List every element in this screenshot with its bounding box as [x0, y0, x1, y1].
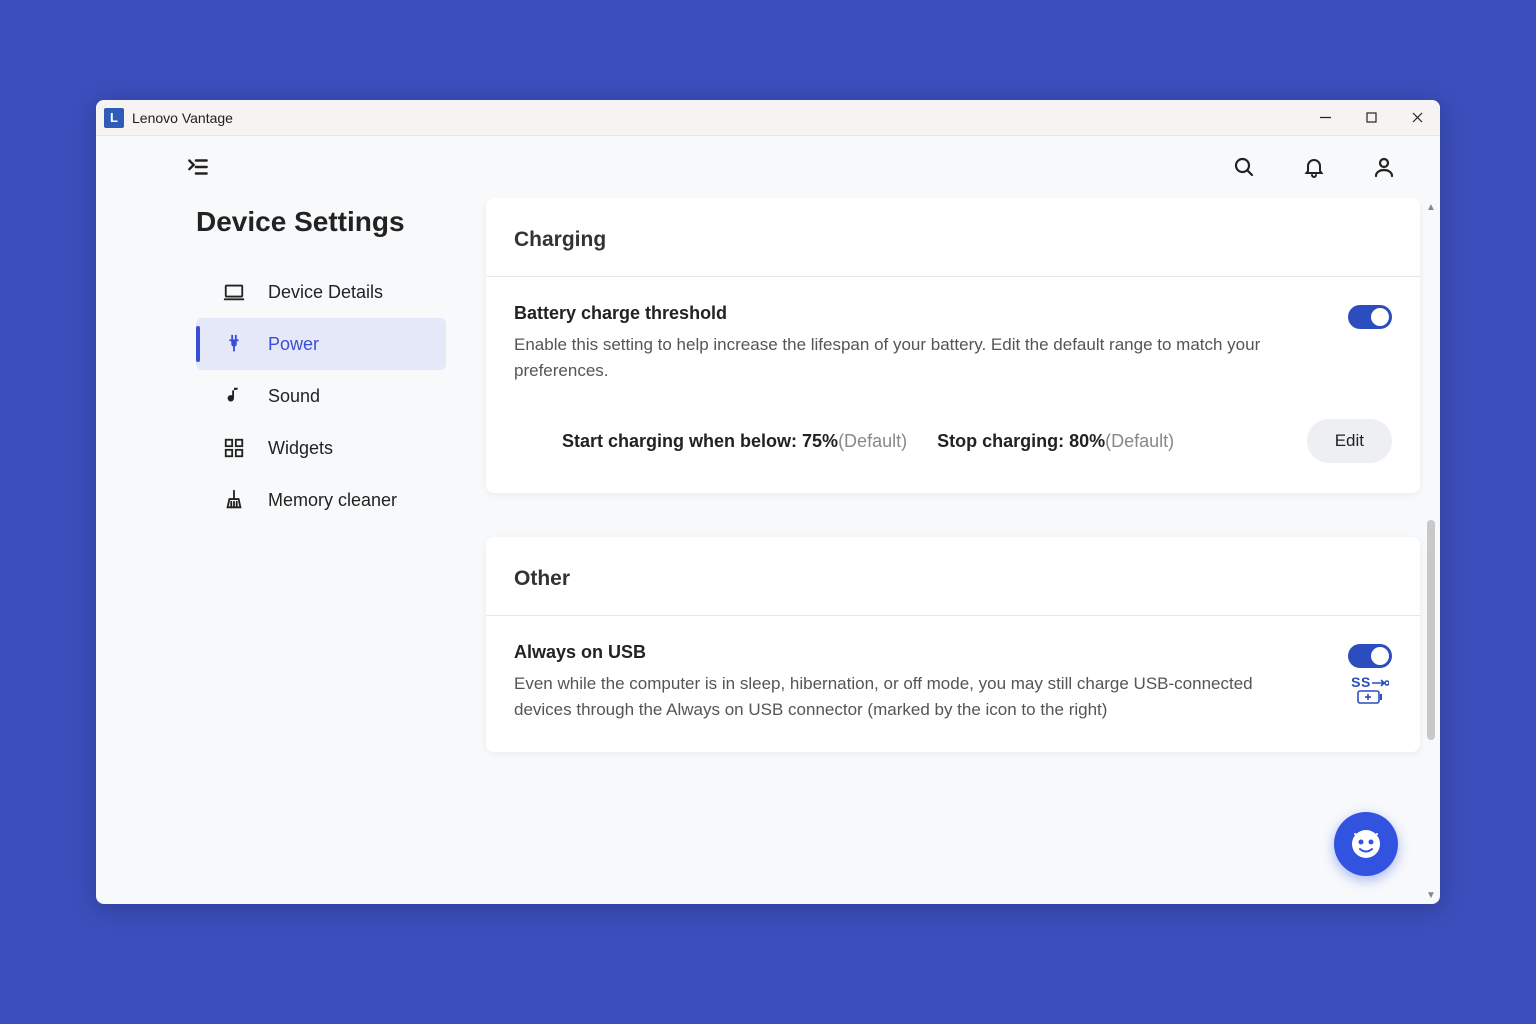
battery-threshold-toggle[interactable]: [1348, 305, 1392, 329]
page-title: Device Settings: [196, 206, 476, 238]
close-button[interactable]: [1394, 100, 1440, 136]
main-content: Charging Battery charge threshold Enable…: [476, 198, 1440, 904]
always-on-usb-desc: Even while the computer is in sleep, hib…: [514, 671, 1304, 722]
sidebar-item-label: Widgets: [268, 438, 333, 459]
search-icon[interactable]: [1230, 153, 1258, 181]
always-on-usb-toggle[interactable]: [1348, 644, 1392, 668]
assistant-fab[interactable]: [1334, 812, 1398, 876]
stop-charging-text: Stop charging: 80%(Default): [937, 431, 1174, 452]
notifications-icon[interactable]: [1300, 153, 1328, 181]
sidebar-item-power[interactable]: Power: [196, 318, 446, 370]
scroll-thumb[interactable]: [1427, 520, 1435, 740]
content-body: Device Settings Device Details Power: [96, 198, 1440, 904]
other-header: Other: [486, 537, 1420, 616]
edit-button[interactable]: Edit: [1307, 419, 1392, 463]
other-card: Other Always on USB Even while the compu…: [486, 537, 1420, 752]
sidebar: Device Settings Device Details Power: [96, 198, 476, 904]
sidebar-item-widgets[interactable]: Widgets: [196, 422, 446, 474]
maximize-button[interactable]: [1348, 100, 1394, 136]
widgets-icon: [222, 436, 246, 460]
start-charging-text: Start charging when below: 75%(Default): [562, 431, 907, 452]
battery-threshold-desc: Enable this setting to help increase the…: [514, 332, 1318, 383]
sidebar-item-label: Power: [268, 334, 319, 355]
sidebar-item-label: Device Details: [268, 282, 383, 303]
sidebar-item-memory-cleaner[interactable]: Memory cleaner: [196, 474, 446, 526]
sidebar-item-sound[interactable]: Sound: [196, 370, 446, 422]
app-icon: L: [104, 108, 124, 128]
broom-icon: [222, 488, 246, 512]
music-note-icon: [222, 384, 246, 408]
sidebar-item-label: Memory cleaner: [268, 490, 397, 511]
laptop-icon: [222, 280, 246, 304]
always-on-usb-title: Always on USB: [514, 642, 1304, 663]
sidebar-item-device-details[interactable]: Device Details: [196, 266, 446, 318]
app-window: L Lenovo Vantage: [96, 100, 1440, 904]
app-title: Lenovo Vantage: [132, 110, 233, 126]
ss-usb-icon: SS: [1351, 674, 1389, 690]
titlebar: L Lenovo Vantage: [96, 100, 1440, 136]
account-icon[interactable]: [1370, 153, 1398, 181]
charging-header: Charging: [486, 198, 1420, 277]
toolbar: [96, 136, 1440, 198]
scroll-down-icon[interactable]: ▼: [1424, 888, 1438, 902]
battery-threshold-title: Battery charge threshold: [514, 303, 1318, 324]
plug-icon: [222, 332, 246, 356]
scroll-up-icon[interactable]: ▲: [1424, 200, 1438, 214]
menu-toggle-icon[interactable]: [184, 153, 212, 181]
battery-plus-icon: [1357, 690, 1383, 704]
minimize-button[interactable]: [1302, 100, 1348, 136]
charging-card: Charging Battery charge threshold Enable…: [486, 198, 1420, 493]
sidebar-item-label: Sound: [268, 386, 320, 407]
vertical-scrollbar[interactable]: ▲ ▼: [1424, 200, 1438, 902]
